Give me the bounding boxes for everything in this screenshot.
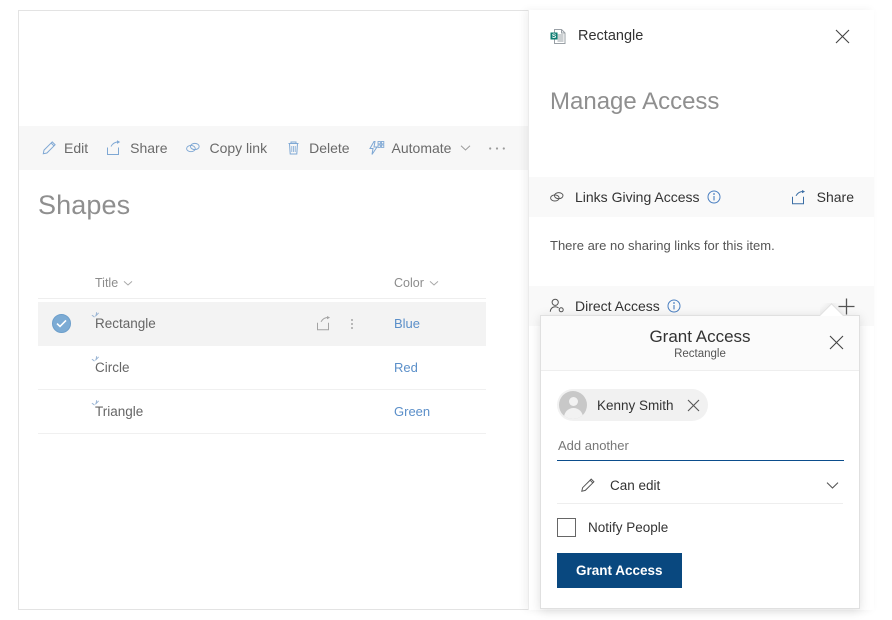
- share-icon: [106, 140, 123, 157]
- edit-button[interactable]: Edit: [31, 128, 97, 168]
- row-title[interactable]: Triangle: [95, 404, 143, 419]
- callout-beak: [820, 303, 844, 316]
- svg-text:S: S: [552, 33, 557, 40]
- add-another-input[interactable]: [557, 438, 844, 461]
- notify-people-row[interactable]: Notify People: [557, 518, 843, 537]
- links-giving-access-section-header: Links Giving Access Share: [529, 177, 874, 217]
- notify-people-checkbox[interactable]: [557, 518, 576, 537]
- person-icon: [549, 298, 566, 315]
- row-more-options-icon[interactable]: [351, 318, 353, 329]
- links-giving-access-label: Links Giving Access: [575, 189, 700, 205]
- panel-header: S Rectangle: [529, 10, 874, 62]
- links-empty-message: There are no sharing links for this item…: [550, 238, 775, 253]
- list-rows: Rectangle Blue Circle Red Triangle Green: [38, 302, 486, 434]
- panel-main-title: Manage Access: [550, 88, 720, 115]
- link-icon: [185, 140, 202, 157]
- permission-dropdown[interactable]: Can edit: [557, 467, 843, 504]
- grant-access-body: Kenny Smith Can edit Notify People G: [541, 371, 859, 608]
- delete-button[interactable]: Delete: [276, 128, 358, 168]
- sharepoint-list-item-icon: S: [549, 27, 568, 46]
- page-title: Shapes: [38, 190, 131, 220]
- row-title[interactable]: Circle: [95, 360, 130, 375]
- delete-label: Delete: [309, 140, 350, 156]
- panel-header-title: Rectangle: [578, 28, 644, 44]
- automate-button[interactable]: Automate: [359, 128, 481, 168]
- chevron-down-icon: [460, 144, 471, 152]
- automate-label: Automate: [391, 140, 452, 156]
- remove-person-icon[interactable]: [686, 397, 702, 413]
- row-color-value[interactable]: Red: [394, 360, 418, 375]
- table-row[interactable]: Triangle Green: [38, 390, 486, 434]
- chevron-down-icon: [123, 280, 133, 287]
- grant-access-title: Grant Access: [649, 326, 751, 346]
- row-actions: [316, 316, 353, 331]
- share-label: Share: [130, 140, 168, 156]
- copy-link-label: Copy link: [209, 140, 268, 156]
- table-row[interactable]: Rectangle Blue: [38, 302, 486, 346]
- command-bar-overflow-button[interactable]: [480, 128, 514, 168]
- person-name: Kenny Smith: [597, 397, 674, 413]
- row-color-value[interactable]: Blue: [394, 316, 420, 331]
- row-title[interactable]: Rectangle: [95, 316, 156, 331]
- row-selection-checkmark[interactable]: [52, 402, 71, 421]
- info-icon[interactable]: [707, 190, 721, 204]
- pencil-icon: [579, 476, 597, 494]
- automate-icon: [368, 140, 385, 157]
- direct-access-label: Direct Access: [575, 298, 660, 314]
- list-column-headers: Title Color: [38, 272, 486, 299]
- chevron-down-icon: [429, 280, 439, 287]
- chevron-down-icon: [826, 481, 843, 490]
- links-share-button[interactable]: Share: [785, 185, 860, 209]
- column-header-title[interactable]: Title: [95, 276, 133, 290]
- grant-access-callout: Grant Access Rectangle Kenny Smith Add a…: [540, 315, 860, 609]
- pencil-icon: [40, 140, 57, 157]
- close-icon[interactable]: [828, 22, 856, 50]
- permission-label: Can edit: [610, 477, 661, 493]
- notify-people-label: Notify People: [588, 520, 669, 535]
- row-share-icon[interactable]: [316, 316, 333, 331]
- links-share-label: Share: [816, 189, 854, 205]
- table-row[interactable]: Circle Red: [38, 346, 486, 390]
- person-avatar-icon: [559, 391, 587, 419]
- info-icon[interactable]: [667, 299, 681, 313]
- grant-access-submit-button[interactable]: Grant Access: [557, 553, 682, 588]
- column-header-color[interactable]: Color: [394, 276, 439, 290]
- link-icon: [549, 189, 566, 206]
- grant-access-header: Grant Access Rectangle: [541, 316, 859, 371]
- trash-icon: [285, 140, 302, 157]
- column-header-color-label: Color: [394, 276, 424, 290]
- copy-link-button[interactable]: Copy link: [176, 128, 276, 168]
- row-color-value[interactable]: Green: [394, 404, 430, 419]
- selected-person-pill: Kenny Smith: [557, 389, 708, 421]
- row-selection-checkmark[interactable]: [52, 314, 71, 333]
- app-root: Edit Share Copy link Delete Automate Sha…: [0, 0, 892, 620]
- close-icon[interactable]: [823, 329, 849, 355]
- column-header-title-label: Title: [95, 276, 119, 290]
- share-icon: [791, 189, 808, 205]
- grant-access-subtitle: Rectangle: [674, 347, 726, 360]
- row-selection-checkmark[interactable]: [52, 358, 71, 377]
- share-button[interactable]: Share: [97, 128, 176, 168]
- edit-label: Edit: [64, 140, 89, 156]
